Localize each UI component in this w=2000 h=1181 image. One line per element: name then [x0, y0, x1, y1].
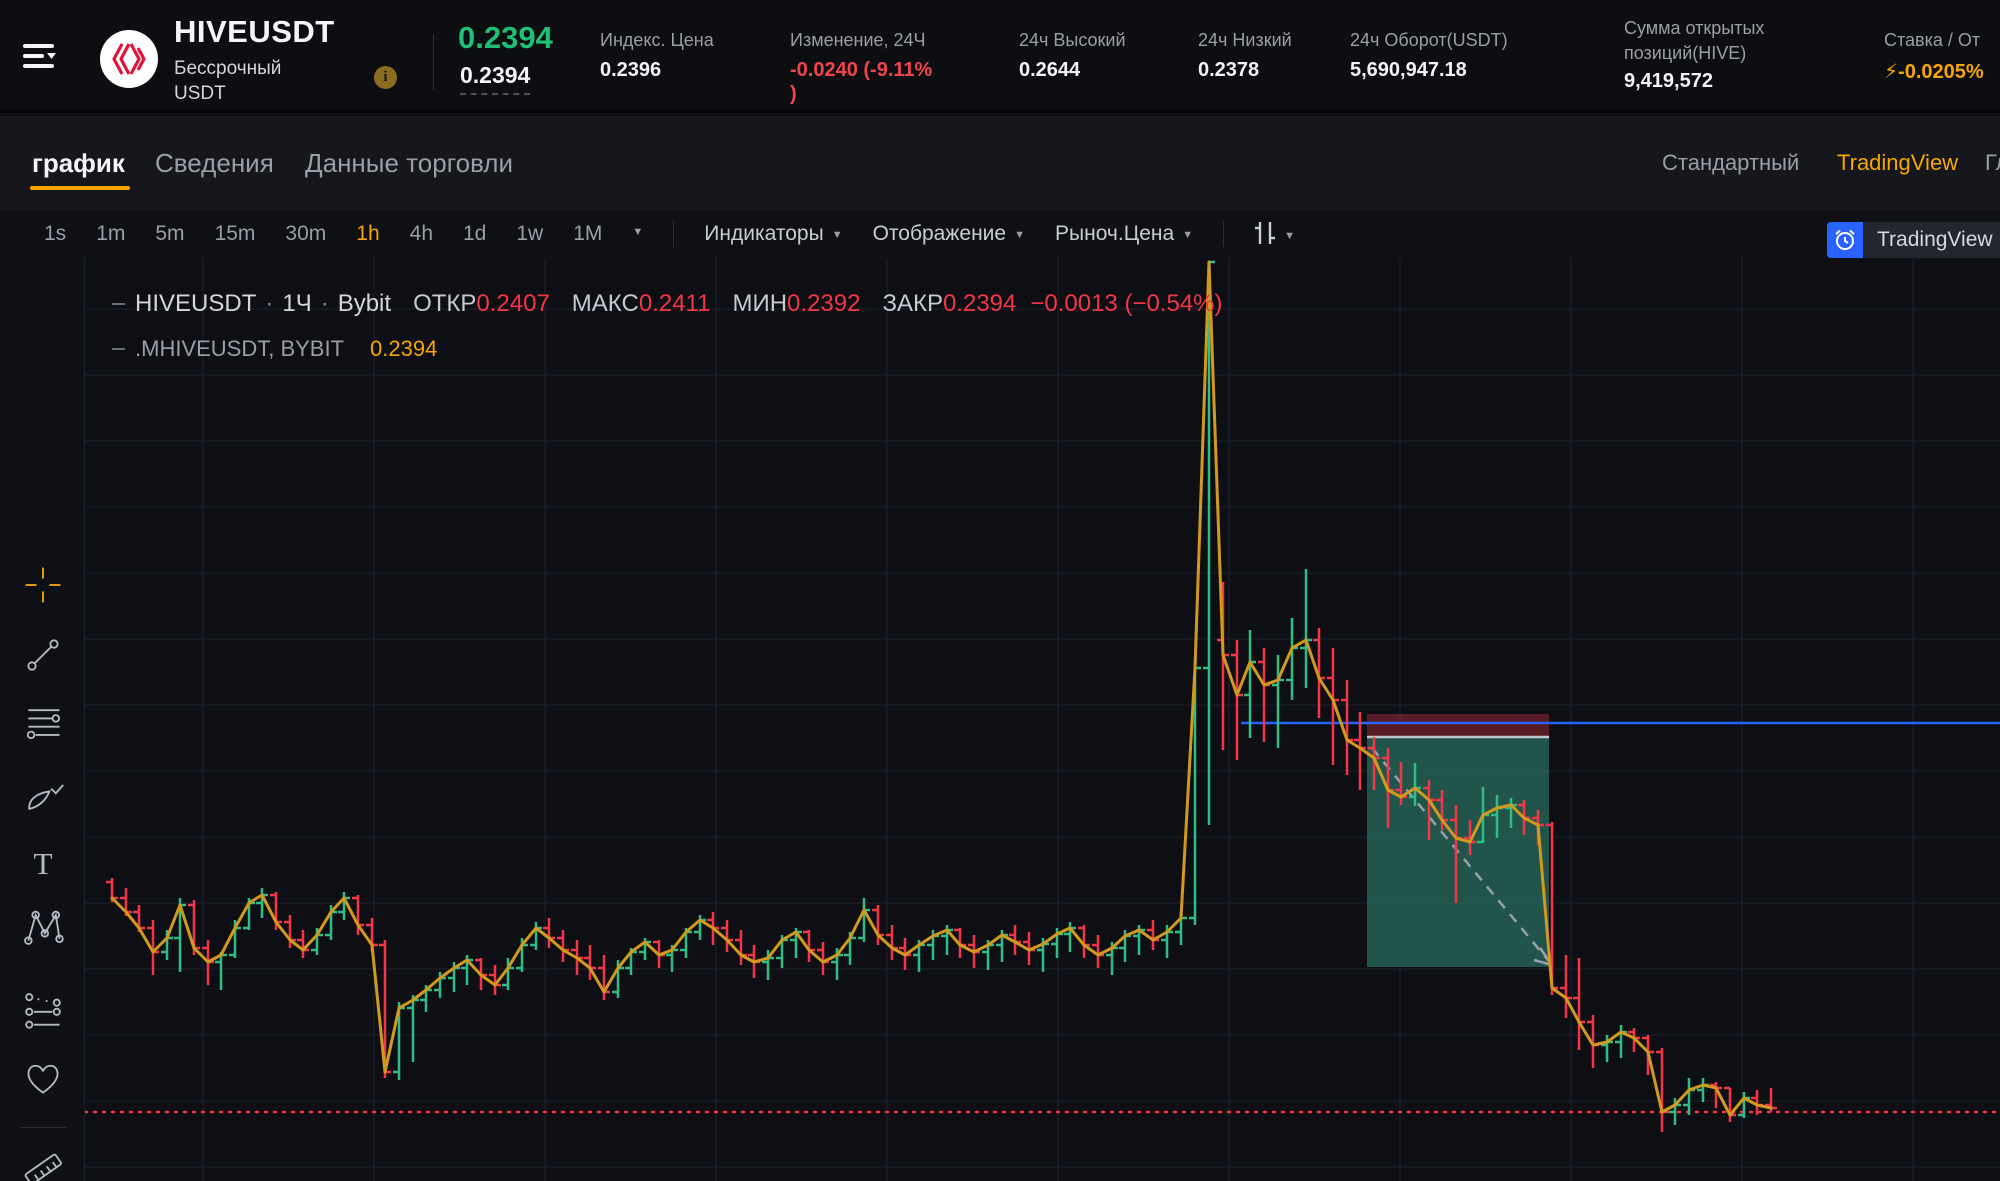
last-price: 0.2394	[458, 20, 553, 56]
toolbar-divider	[1223, 221, 1224, 247]
timeframe-1M[interactable]: 1M	[573, 222, 602, 246]
hive-logo	[100, 30, 158, 88]
info-icon[interactable]: i	[374, 66, 397, 89]
legend-high: МАКС0.2411	[572, 290, 711, 318]
tab-details[interactable]: Сведения	[155, 148, 274, 179]
bybit-trading-app: HIVEUSDT Бессрочный USDT i 0.2394 0.2394…	[0, 0, 2000, 1181]
view-tabbar: график Сведения Данные торговли Стандарт…	[0, 116, 2000, 210]
toolbar-divider	[673, 221, 674, 247]
legend2-name: .MHIVEUSDT, BYBIT	[135, 336, 344, 362]
mark-price-underlined[interactable]: 0.2394	[460, 62, 530, 95]
timeframe-30m[interactable]: 30m	[285, 222, 326, 246]
tradingview-alert-button[interactable]: TradingView	[1827, 222, 2000, 258]
chart-mode-depth-clipped[interactable]: Гл	[1985, 150, 2000, 176]
stat-24h-low: 24ч Низкий 0.2378	[1198, 30, 1292, 82]
chevron-down-icon: ▼	[1014, 229, 1025, 241]
legend-symbol: HIVEUSDT	[135, 290, 256, 318]
stat-funding-rate: Ставка / От ⚡-0.0205%	[1884, 30, 1984, 84]
timeframe-1h[interactable]: 1h	[356, 222, 379, 246]
legend-low: МИН0.2392	[732, 290, 860, 318]
display-menu[interactable]: Отображение▼	[873, 222, 1025, 246]
ruler-tool[interactable]	[19, 1144, 67, 1181]
candlestick-chart-canvas[interactable]	[85, 258, 2000, 1181]
chart-mode-standard[interactable]: Стандартный	[1662, 150, 1799, 176]
market-price-menu[interactable]: Рыноч.Цена▼	[1055, 222, 1193, 246]
contract-type-label: Бессрочный USDT	[174, 56, 281, 106]
stat-index-price: Индекс. Цена 0.2396	[600, 30, 714, 82]
stat-24h-high: 24ч Высокий 0.2644	[1019, 30, 1126, 82]
tradingview-chip-label: TradingView	[1863, 222, 2000, 258]
tab-chart[interactable]: график	[32, 148, 125, 179]
legend-venue: Bybit	[338, 290, 391, 318]
chart-mode-tradingview[interactable]: TradingView	[1837, 150, 1958, 176]
chart-legend-main[interactable]: HIVEUSDT · 1Ч · Bybit ОТКР0.2407 МАКС0.2…	[112, 290, 1223, 318]
chevron-down-icon: ▼	[1182, 229, 1193, 241]
text-tool[interactable]: T	[19, 839, 67, 887]
price-chart[interactable]: HIVEUSDT · 1Ч · Bybit ОТКР0.2407 МАКС0.2…	[85, 258, 2000, 1181]
legend-close: ЗАКР0.2394	[882, 290, 1016, 318]
legend-interval: 1Ч	[282, 290, 311, 318]
chevron-down-icon: ▼	[1284, 230, 1295, 242]
legend-toggle-icon[interactable]	[112, 303, 125, 305]
lightning-icon: ⚡	[1884, 61, 1898, 83]
stat-24h-turnover: 24ч Оборот(USDT) 5,690,947.18	[1350, 30, 1508, 82]
svg-text:T: T	[33, 846, 52, 881]
indicators-menu[interactable]: Индикаторы▼	[704, 222, 842, 246]
timeframe-4h[interactable]: 4h	[410, 222, 433, 246]
tab-trade-data[interactable]: Данные торговли	[305, 148, 513, 179]
timeframe-1w[interactable]: 1w	[516, 222, 543, 246]
timeframe-15m[interactable]: 15m	[215, 222, 256, 246]
drawing-toolbar: T	[0, 258, 85, 1181]
legend-open: ОТКР0.2407	[413, 290, 550, 318]
favorites-tool[interactable]	[19, 1054, 67, 1102]
fib-retracement-tool[interactable]	[19, 699, 67, 747]
chart-style-menu[interactable]: ▼	[1254, 221, 1295, 247]
brush-tool[interactable]	[19, 772, 67, 820]
legend-change: −0.0013 (−0.54%)	[1030, 290, 1222, 318]
legend-toggle-icon[interactable]	[112, 348, 125, 350]
instrument-header: HIVEUSDT Бессрочный USDT i 0.2394 0.2394…	[0, 0, 2000, 113]
trend-line-tool[interactable]	[19, 631, 67, 679]
candle-style-icon	[1254, 221, 1276, 245]
xabcd-pattern-tool[interactable]	[19, 902, 67, 950]
timeframe-1m[interactable]: 1m	[96, 222, 125, 246]
active-tab-underline	[30, 186, 130, 190]
chart-legend-secondary[interactable]: .MHIVEUSDT, BYBIT 0.2394	[112, 336, 437, 362]
toolbar-divider	[20, 1127, 66, 1128]
symbol-title[interactable]: HIVEUSDT	[174, 14, 335, 50]
chart-toolbar: 1s 1m 5m 15m 30m 1h 4h 1d 1w 1M ▼ Индика…	[0, 210, 2000, 258]
crosshair-tool[interactable]	[19, 561, 67, 609]
header-divider	[433, 34, 434, 90]
timeframe-1d[interactable]: 1d	[463, 222, 486, 246]
timeframe-5m[interactable]: 5m	[155, 222, 184, 246]
stat-open-interest: Сумма открытых позиций(HIVE) 9,419,572	[1624, 16, 1829, 93]
caret-down-icon	[47, 53, 56, 59]
forecast-tool[interactable]	[19, 986, 67, 1034]
timeframe-caret-icon[interactable]: ▼	[632, 226, 643, 238]
chevron-down-icon: ▼	[832, 229, 843, 241]
timeframe-1s[interactable]: 1s	[44, 222, 66, 246]
stat-change-24h: Изменение, 24Ч -0.0240 (-9.11% )	[790, 30, 932, 106]
legend2-value: 0.2394	[370, 336, 437, 362]
alarm-clock-icon	[1827, 222, 1863, 258]
instrument-menu-icon[interactable]	[22, 38, 58, 74]
